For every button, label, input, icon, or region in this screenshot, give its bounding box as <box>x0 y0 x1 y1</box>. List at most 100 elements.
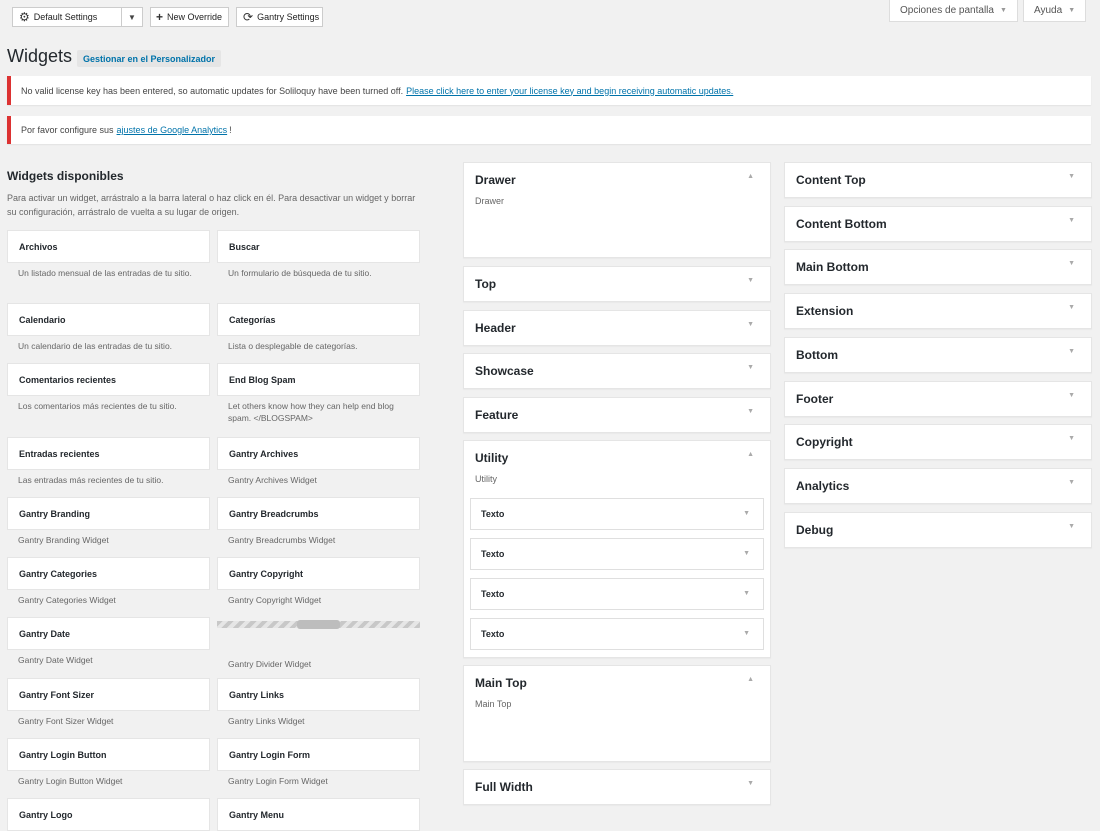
widget-gantry-date[interactable]: Gantry Date <box>7 617 210 650</box>
refresh-icon: ⟳ <box>243 10 254 24</box>
expand-arrow-icon[interactable]: ▼ <box>743 630 750 637</box>
widget-title: Gantry Login Form <box>229 749 310 760</box>
widget-gantry-login-form[interactable]: Gantry Login Form <box>217 738 420 771</box>
help-label: Ayuda <box>1034 5 1063 16</box>
widget-gantry-branding[interactable]: Gantry Branding <box>7 497 210 530</box>
sidebar-analytics[interactable]: Analytics ▼ <box>784 467 1092 504</box>
widget-gantry-copyright[interactable]: Gantry Copyright <box>217 557 420 590</box>
widget-end-blog-spam[interactable]: End Blog Spam <box>217 363 420 396</box>
sidebar-title: Header <box>475 321 516 335</box>
sidebar-content-bottom[interactable]: Content Bottom ▼ <box>784 205 1092 242</box>
collapse-arrow-icon[interactable]: ▲ <box>747 676 754 683</box>
sidebar-full-width[interactable]: Full Width ▼ <box>463 769 771 805</box>
widget-archivos[interactable]: Archivos <box>7 230 210 263</box>
widget-gantry-breadcrumbs[interactable]: Gantry Breadcrumbs <box>217 497 420 530</box>
screen-options-label: Opciones de pantalla <box>900 5 994 16</box>
expand-arrow-icon[interactable]: ▼ <box>1068 435 1075 442</box>
widget-title: End Blog Spam <box>229 374 296 385</box>
widget-description: Gantry Font Sizer Widget <box>18 716 114 726</box>
expand-arrow-icon[interactable]: ▼ <box>1068 479 1075 486</box>
widget-entradas-recientes[interactable]: Entradas recientes <box>7 437 210 470</box>
widget-title: Gantry Categories <box>19 568 98 579</box>
expand-arrow-icon[interactable]: ▼ <box>1068 217 1075 224</box>
widget-calendario[interactable]: Calendario <box>7 303 210 336</box>
analytics-notice-prefix: Por favor configure sus <box>21 125 114 135</box>
placed-widget-texto[interactable]: Texto ▼ <box>470 498 764 530</box>
sidebar-showcase[interactable]: Showcase ▼ <box>463 353 771 389</box>
widget-description: Gantry Archives Widget <box>228 475 317 485</box>
expand-arrow-icon[interactable]: ▼ <box>1068 523 1075 530</box>
widget-description: Gantry Divider Widget <box>228 659 312 669</box>
gear-icon: ⚙ <box>19 10 30 24</box>
widget-title: Entradas recientes <box>19 448 100 459</box>
default-settings-label: Default Settings <box>33 12 98 22</box>
widget-gantry-font-sizer[interactable]: Gantry Font Sizer <box>7 678 210 711</box>
sidebar-extension[interactable]: Extension ▼ <box>784 293 1092 330</box>
widget-buscar[interactable]: Buscar <box>217 230 420 263</box>
help-button[interactable]: Ayuda ▼ <box>1023 0 1087 22</box>
expand-arrow-icon[interactable]: ▼ <box>743 550 750 557</box>
sidebar-copyright[interactable]: Copyright ▼ <box>784 424 1092 461</box>
manage-in-customizer-button[interactable]: Gestionar en el Personalizador <box>77 50 222 67</box>
placed-widget-texto[interactable]: Texto ▼ <box>470 618 764 650</box>
default-settings-dropdown[interactable]: ⚙ Default Settings ▼ <box>12 7 143 27</box>
gantry-settings-button[interactable]: ⟳ Gantry Settings <box>236 7 323 27</box>
sidebar-title: Analytics <box>796 478 850 493</box>
available-widgets-title: Widgets disponibles <box>7 169 124 183</box>
expand-arrow-icon[interactable]: ▼ <box>1068 260 1075 267</box>
sidebar-feature[interactable]: Feature ▼ <box>463 397 771 433</box>
widget-comentarios-recientes[interactable]: Comentarios recientes <box>7 363 210 396</box>
available-widgets-description: Para activar un widget, arrástralo a la … <box>7 193 416 217</box>
page-title: Widgets <box>7 46 73 66</box>
widget-title: Gantry Breadcrumbs <box>229 508 319 519</box>
widget-title: Archivos <box>19 241 58 252</box>
sidebar-debug[interactable]: Debug ▼ <box>784 511 1092 548</box>
widget-gantry-links[interactable]: Gantry Links <box>217 678 420 711</box>
expand-arrow-icon[interactable]: ▼ <box>747 408 754 415</box>
sidebar-title: Content Top <box>796 173 866 187</box>
sidebar-main-top[interactable]: Main Top ▲ Main Top <box>463 665 771 762</box>
analytics-settings-link[interactable]: ajustes de Google Analytics <box>117 125 228 135</box>
expand-arrow-icon[interactable]: ▼ <box>747 364 754 371</box>
license-link[interactable]: Please click here to enter your license … <box>406 86 733 96</box>
screen-options-button[interactable]: Opciones de pantalla ▼ <box>889 0 1018 22</box>
widget-gantry-archives[interactable]: Gantry Archives <box>217 437 420 470</box>
widget-description: Let others know how they can help end bl… <box>228 401 394 423</box>
sidebar-header[interactable]: Header ▼ <box>463 310 771 346</box>
expand-arrow-icon[interactable]: ▼ <box>747 780 754 787</box>
sidebar-bottom[interactable]: Bottom ▼ <box>784 336 1092 373</box>
expand-arrow-icon[interactable]: ▼ <box>743 590 750 597</box>
widget-categorias[interactable]: Categorías <box>217 303 420 336</box>
sidebar-main-bottom[interactable]: Main Bottom ▼ <box>784 249 1092 286</box>
expand-arrow-icon[interactable]: ▼ <box>747 321 754 328</box>
widget-gantry-categories[interactable]: Gantry Categories <box>7 557 210 590</box>
sidebar-footer[interactable]: Footer ▼ <box>784 380 1092 417</box>
expand-arrow-icon[interactable]: ▼ <box>747 277 754 284</box>
sidebar-content-top[interactable]: Content Top ▼ <box>784 162 1092 198</box>
divider-widget-handle[interactable] <box>297 620 340 629</box>
new-override-button[interactable]: + New Override <box>150 7 229 27</box>
expand-arrow-icon[interactable]: ▼ <box>1068 392 1075 399</box>
placed-widget-texto[interactable]: Texto ▼ <box>470 538 764 570</box>
expand-arrow-icon[interactable]: ▼ <box>1068 304 1075 311</box>
expand-arrow-icon[interactable]: ▼ <box>743 510 750 517</box>
widget-title: Categorías <box>229 314 276 325</box>
expand-arrow-icon[interactable]: ▼ <box>1068 173 1075 180</box>
collapse-arrow-icon[interactable]: ▲ <box>747 451 754 458</box>
widget-title: Buscar <box>229 241 260 252</box>
widget-description: Gantry Date Widget <box>18 655 93 665</box>
widget-description: Gantry Copyright Widget <box>228 595 322 605</box>
sidebar-drawer[interactable]: Drawer ▲ Drawer <box>463 162 771 258</box>
placed-widget-title: Texto <box>481 509 505 519</box>
collapse-arrow-icon[interactable]: ▲ <box>747 173 754 180</box>
sidebar-top[interactable]: Top ▼ <box>463 266 771 302</box>
widget-title: Gantry Login Button <box>19 749 107 760</box>
chevron-down-icon[interactable]: ▼ <box>121 8 142 26</box>
widget-gantry-login-button[interactable]: Gantry Login Button <box>7 738 210 771</box>
expand-arrow-icon[interactable]: ▼ <box>1068 348 1075 355</box>
sidebar-title: Drawer <box>475 173 516 187</box>
sidebar-title: Bottom <box>796 347 838 362</box>
analytics-notice-suffix: ! <box>229 125 232 135</box>
placed-widget-texto[interactable]: Texto ▼ <box>470 578 764 610</box>
license-notice: No valid license key has been entered, s… <box>7 76 1091 105</box>
